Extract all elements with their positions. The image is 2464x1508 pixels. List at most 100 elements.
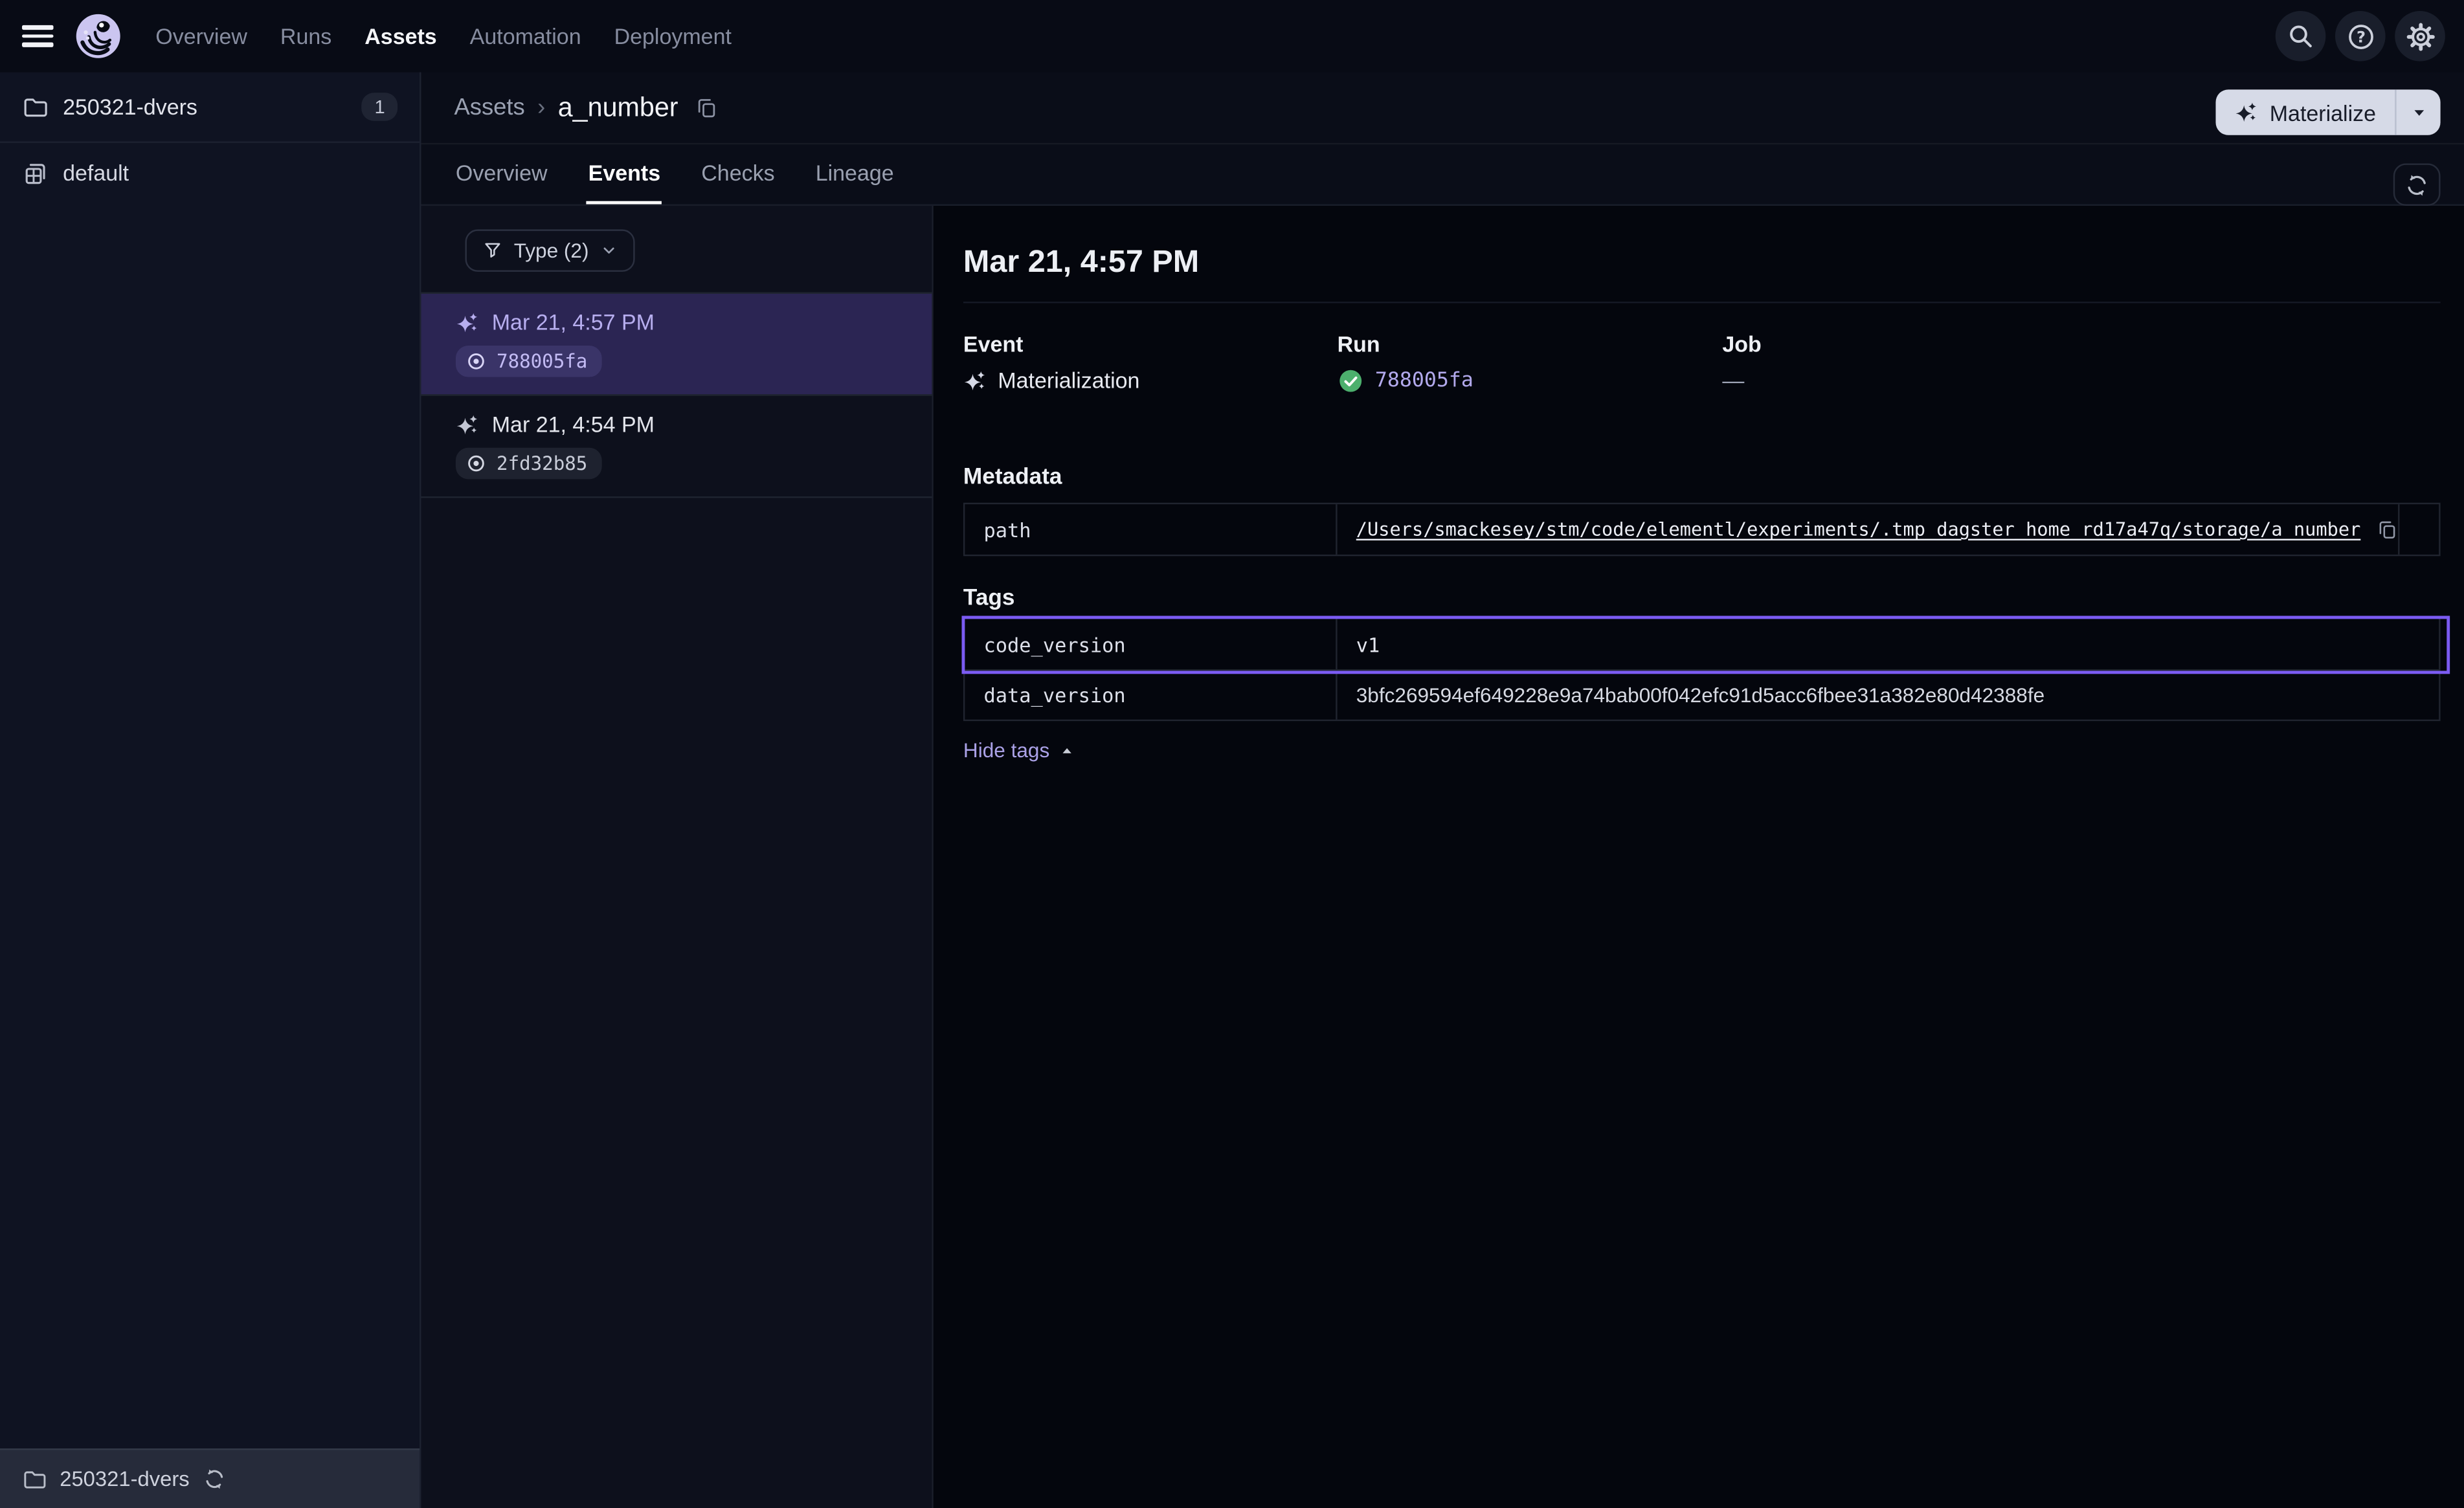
- table-row-data-version: data_version 3bfc269594ef649228e9a74bab0…: [965, 669, 2439, 720]
- topnav-actions: ?: [2276, 11, 2445, 61]
- help-button[interactable]: ?: [2335, 11, 2386, 61]
- copy-path-button[interactable]: [2377, 518, 2399, 540]
- search-icon: [2287, 22, 2315, 50]
- nav-item-deployment[interactable]: Deployment: [614, 23, 732, 49]
- sparkle-icon: [2235, 100, 2258, 124]
- breadcrumb-assets-link[interactable]: Assets: [454, 94, 524, 121]
- table-row-code-version: code_version v1: [965, 619, 2439, 669]
- sync-icon[interactable]: [202, 1467, 225, 1491]
- tab-lineage[interactable]: Lineage: [814, 161, 895, 205]
- svg-text:?: ?: [2356, 27, 2365, 45]
- sidebar-item-default[interactable]: default: [0, 143, 420, 203]
- chevron-down-icon: [599, 242, 617, 260]
- dagster-app: Overview Runs Assets Automation Deployme…: [0, 0, 2464, 1508]
- nav-item-runs[interactable]: Runs: [280, 23, 331, 49]
- asset-tabs: Overview Events Checks Lineage: [454, 161, 895, 205]
- asset-group-icon: [22, 159, 49, 186]
- breadcrumb: Assets › a_number: [421, 72, 2464, 145]
- metadata-key: path: [965, 504, 1337, 555]
- tag-key: code_version: [965, 619, 1337, 669]
- run-column-header: Run: [1338, 331, 1723, 357]
- caret-up-icon: [1059, 742, 1075, 758]
- primary-nav: Overview Runs Assets Automation Deployme…: [155, 23, 732, 49]
- dagster-logo-icon: [74, 12, 122, 60]
- copy-icon: [694, 96, 717, 119]
- run-id-pill[interactable]: 2fd32b85: [456, 448, 601, 480]
- event-list-item[interactable]: Mar 21, 4:57 PM 788005fa: [421, 292, 932, 394]
- event-column-header: Event: [963, 331, 1338, 357]
- type-filter-button[interactable]: Type (2): [465, 229, 634, 272]
- sidebar-group-label: 250321-dvers: [63, 94, 197, 120]
- job-column: Job —: [1722, 331, 2440, 394]
- event-summary-columns: Event Materialization Run: [963, 331, 2441, 394]
- tags-heading: Tags: [963, 588, 2441, 611]
- sidebar-footer: 250321-dvers: [0, 1448, 420, 1508]
- tag-value: 3bfc269594ef649228e9a74bab00f042efc91d5a…: [1338, 671, 2439, 719]
- materialize-button[interactable]: Materialize: [2216, 89, 2395, 135]
- run-id-text: 2fd32b85: [497, 452, 587, 474]
- materialization-icon: [963, 368, 987, 392]
- event-detail-panel: Mar 21, 4:57 PM Event Materialization: [934, 206, 2464, 1508]
- breadcrumb-separator: ›: [537, 94, 545, 121]
- metadata-heading: Metadata: [963, 467, 2441, 490]
- check-circle-icon: [1338, 368, 1364, 394]
- materialization-icon: [456, 310, 479, 333]
- events-list-panel: Type (2) Mar 21, 4:57 PM: [421, 206, 934, 1508]
- event-type-label: Materialization: [998, 368, 1139, 393]
- run-id-text: 788005fa: [497, 350, 587, 372]
- nav-item-assets[interactable]: Assets: [364, 23, 436, 49]
- hide-tags-label: Hide tags: [963, 738, 1049, 762]
- copy-asset-name-button[interactable]: [694, 96, 717, 119]
- tab-events[interactable]: Events: [587, 161, 662, 205]
- run-id-pill[interactable]: 788005fa: [456, 346, 601, 377]
- run-id-link[interactable]: 788005fa: [1375, 369, 1473, 392]
- nav-item-automation[interactable]: Automation: [470, 23, 581, 49]
- hide-tags-link[interactable]: Hide tags: [963, 738, 1075, 762]
- tab-overview[interactable]: Overview: [454, 161, 549, 205]
- event-timestamp: Mar 21, 4:54 PM: [492, 412, 655, 437]
- event-list: Mar 21, 4:57 PM 788005fa: [421, 292, 932, 498]
- job-value: —: [1722, 368, 1744, 393]
- folder-icon: [22, 93, 49, 120]
- event-timestamp: Mar 21, 4:57 PM: [492, 309, 655, 335]
- metadata-value-cell: /Users/smackesey/stm/code/elementl/exper…: [1338, 504, 2398, 555]
- path-link[interactable]: /Users/smackesey/stm/code/elementl/exper…: [1356, 518, 2361, 540]
- divider: [963, 302, 2441, 303]
- refresh-button[interactable]: [2393, 163, 2441, 206]
- menu-icon[interactable]: [22, 25, 54, 47]
- main-content: Assets › a_number Mater: [421, 72, 2464, 1508]
- tag-value: v1: [1338, 619, 2439, 669]
- sync-icon: [2404, 172, 2430, 197]
- gear-icon: [2405, 21, 2435, 51]
- event-column: Event Materialization: [963, 331, 1338, 394]
- tags-table: code_version v1 data_version 3bfc269594e…: [963, 617, 2441, 721]
- materialize-label: Materialize: [2270, 100, 2376, 125]
- run-column: Run 788005fa: [1338, 331, 1723, 394]
- job-column-header: Job: [1722, 331, 2440, 357]
- run-status-icon: [465, 350, 487, 372]
- materialize-dropdown-button[interactable]: [2397, 89, 2441, 135]
- materialization-icon: [456, 412, 479, 436]
- metadata-table: path /Users/smackesey/stm/code/elementl/…: [963, 503, 2441, 557]
- materialize-split-button: Materialize: [2216, 89, 2440, 135]
- event-list-item[interactable]: Mar 21, 4:54 PM 2fd32b85: [421, 394, 932, 498]
- help-icon: ?: [2346, 21, 2375, 51]
- settings-button[interactable]: [2395, 11, 2445, 61]
- sidebar-group-row[interactable]: 250321-dvers 1: [0, 72, 420, 143]
- sidebar: 250321-dvers 1 default 250321-dvers: [0, 72, 421, 1508]
- page-title: a_number: [558, 92, 678, 124]
- nav-item-overview[interactable]: Overview: [155, 23, 247, 49]
- filter-icon: [482, 240, 503, 261]
- asset-header: Assets › a_number Mater: [421, 72, 2464, 206]
- sidebar-footer-label: 250321-dvers: [60, 1467, 189, 1491]
- search-button[interactable]: [2276, 11, 2326, 61]
- folder-icon: [22, 1467, 47, 1492]
- sidebar-group-count-badge: 1: [362, 93, 398, 121]
- sidebar-item-label: default: [63, 161, 129, 186]
- copy-icon: [2377, 518, 2399, 540]
- event-detail-title: Mar 21, 4:57 PM: [963, 245, 2441, 280]
- tab-checks[interactable]: Checks: [700, 161, 776, 205]
- table-end-cell: [2398, 504, 2439, 555]
- tag-key: data_version: [965, 671, 1337, 719]
- type-filter-label: Type (2): [514, 239, 589, 262]
